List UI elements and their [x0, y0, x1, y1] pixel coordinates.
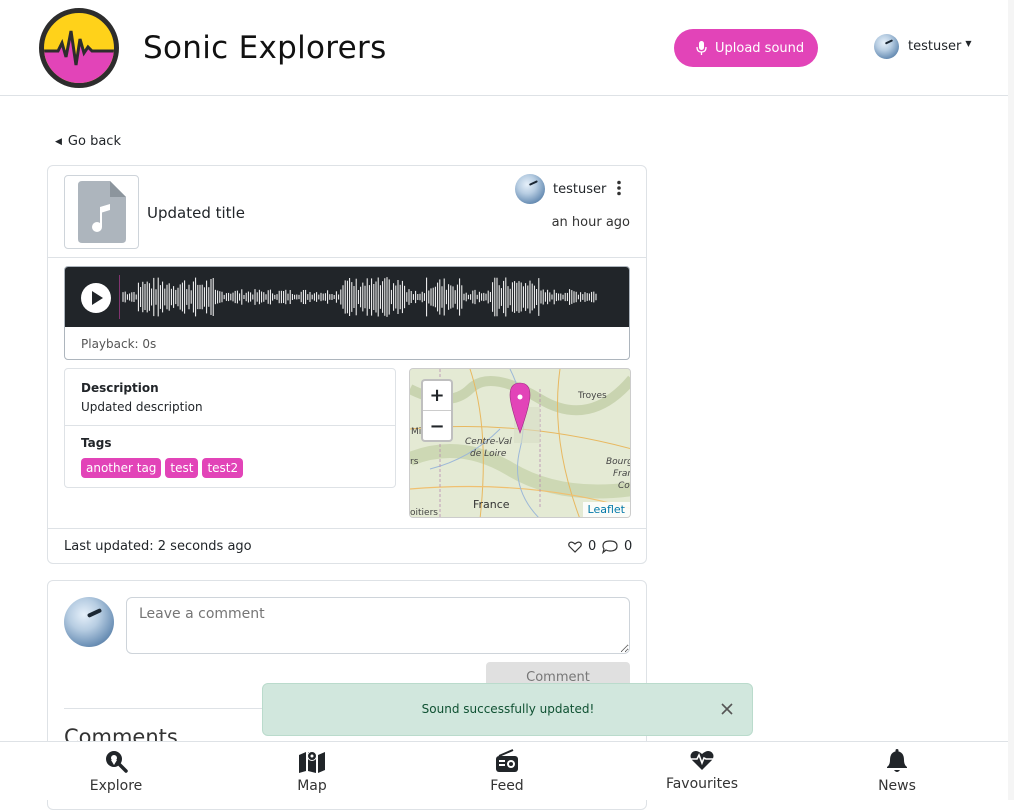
search-location-icon [106, 751, 128, 773]
success-toast: Sound successfully updated! [262, 683, 753, 736]
map-label: Troyes [578, 391, 607, 401]
details-box: Description Updated description Tags ano… [64, 368, 396, 488]
toast-message: Sound successfully updated! [421, 702, 595, 716]
nav-news-label: News [878, 778, 916, 794]
map-icon [299, 751, 325, 773]
tag-chip[interactable]: test [165, 458, 199, 478]
nav-favourites-label: Favourites [665, 776, 739, 792]
nav-feed[interactable]: Feed [447, 749, 567, 794]
sound-owner[interactable]: testuser [515, 174, 606, 204]
map-label: Centre-Val [465, 437, 512, 447]
close-icon[interactable] [720, 702, 734, 716]
nav-feed-label: Feed [490, 778, 524, 794]
sound-thumbnail [64, 175, 139, 249]
user-avatar [874, 34, 899, 59]
nav-favourites[interactable]: Favourites [642, 749, 762, 792]
playback-time: Playback: 0s [81, 337, 157, 351]
leaflet-attribution-link[interactable]: Leaflet [582, 502, 630, 517]
microphone-icon [696, 41, 707, 55]
tags-label: Tags [81, 436, 112, 450]
tag-chip[interactable]: another tag [81, 458, 162, 478]
nav-map[interactable]: Map [252, 749, 372, 794]
sound-title: Updated title [147, 204, 245, 222]
comment-count-button[interactable]: 0 [602, 539, 632, 554]
map-zoom-control: + − [421, 379, 453, 442]
caret-left-icon: ◀ [55, 136, 62, 147]
more-options-icon[interactable] [616, 180, 622, 200]
bottom-navigation: Explore Map Feed Favourites News [0, 741, 1014, 800]
comment-count: 0 [624, 539, 633, 554]
nav-explore[interactable]: Explore [56, 749, 176, 794]
zoom-in-button[interactable]: + [423, 381, 451, 411]
waveform-bar [65, 267, 629, 327]
sonic-explorers-logo[interactable] [39, 8, 119, 88]
comment-input[interactable] [126, 597, 630, 654]
map-label: Mi [411, 427, 422, 437]
description-text: Updated description [81, 400, 203, 414]
current-user-avatar [64, 597, 114, 647]
go-back-label: Go back [67, 134, 121, 149]
map-label: oitiers [410, 508, 438, 518]
map-label: France [473, 498, 510, 511]
nav-news[interactable]: News [837, 749, 957, 794]
posted-time: an hour ago [551, 215, 630, 230]
nav-map-label: Map [297, 778, 327, 794]
zoom-out-button[interactable]: − [423, 411, 451, 441]
caret-down-icon: ▼ [965, 39, 972, 48]
owner-avatar [515, 174, 545, 204]
owner-name: testuser [553, 181, 607, 197]
play-button[interactable] [81, 283, 111, 313]
description-label: Description [81, 381, 159, 395]
map-label: Fran [613, 469, 630, 479]
sound-card-footer: Last updated: 2 seconds ago 0 0 [48, 528, 646, 564]
go-back-link[interactable]: ◀ Go back [55, 134, 121, 149]
like-button[interactable]: 0 [568, 539, 596, 554]
map-label: Co [618, 481, 630, 491]
radio-icon [496, 749, 518, 772]
username-label: testuser [908, 39, 962, 54]
map-label: de Loire [470, 449, 507, 459]
like-count: 0 [588, 539, 597, 554]
nav-explore-label: Explore [89, 778, 143, 794]
waveform[interactable] [119, 275, 597, 319]
heart-pulse-icon [690, 751, 714, 770]
top-navbar: Sonic Explorers Upload sound testuser ▼ [0, 0, 1014, 96]
page-scrollbar[interactable] [1008, 0, 1014, 800]
upload-sound-label: Upload sound [715, 40, 805, 56]
heart-icon [568, 541, 582, 553]
bell-icon [887, 749, 907, 772]
map-label: rs [410, 457, 419, 467]
sound-card-header: Updated title testuser an hour ago [48, 166, 646, 258]
comment-icon [602, 539, 618, 554]
upload-sound-button[interactable]: Upload sound [674, 29, 818, 67]
audio-player: Playback: 0s [64, 266, 630, 360]
tag-chip[interactable]: test2 [202, 458, 244, 478]
user-menu[interactable]: testuser ▼ [874, 34, 971, 59]
map-label: Bourg [606, 457, 631, 467]
location-map[interactable]: Troyes Centre-Val de Loire France oitier… [409, 368, 631, 518]
music-file-icon [77, 181, 126, 243]
tag-list: another tag test test2 [81, 458, 244, 478]
divider [65, 425, 395, 426]
last-updated-text: Last updated: 2 seconds ago [64, 539, 252, 554]
brand-title[interactable]: Sonic Explorers [143, 30, 387, 66]
sound-card: Updated title testuser an hour ago Playb… [47, 165, 647, 564]
